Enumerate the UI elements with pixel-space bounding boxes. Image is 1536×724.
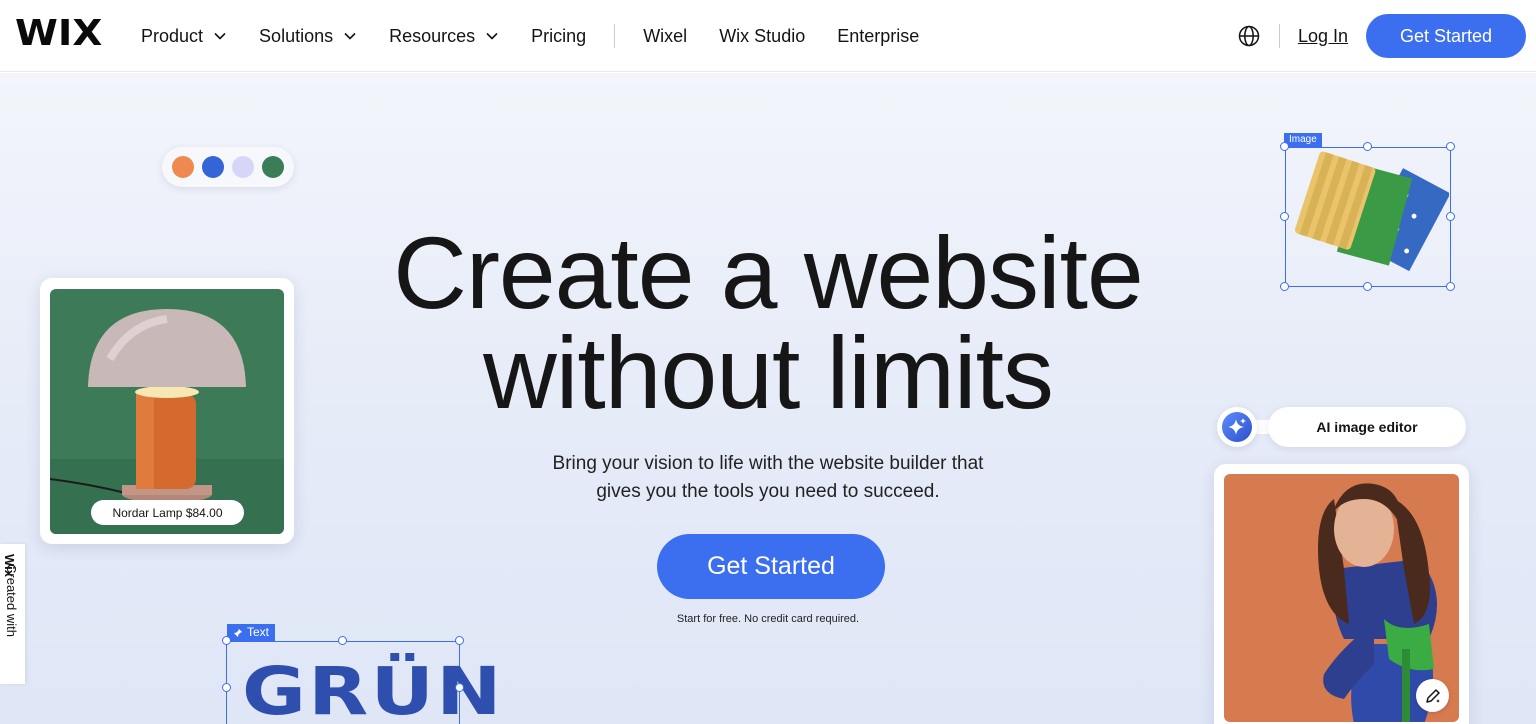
login-link[interactable]: Log In <box>1298 26 1348 47</box>
selection-handle[interactable] <box>338 636 347 645</box>
color-palette <box>162 147 294 187</box>
nav-solutions-label: Solutions <box>259 25 334 46</box>
chevron-down-icon <box>344 32 356 40</box>
image-selection-box[interactable] <box>1285 147 1451 287</box>
sparkle-icon <box>1222 412 1252 442</box>
selection-handle[interactable] <box>455 683 464 692</box>
nav-enterprise[interactable]: Enterprise <box>837 26 919 47</box>
book-image <box>1294 151 1449 272</box>
pin-icon <box>233 628 243 637</box>
edit-image-button[interactable] <box>1416 679 1449 712</box>
nav-resources-label: Resources <box>389 25 476 46</box>
globe-icon[interactable] <box>1237 24 1261 48</box>
badge-prefix: Created with <box>4 564 19 637</box>
pencil-sparkle-icon <box>1425 688 1440 703</box>
selection-handle[interactable] <box>1446 212 1455 221</box>
chevron-down-icon <box>486 32 498 40</box>
nav-solutions[interactable]: Solutions <box>259 26 357 47</box>
image-element-tag: Image <box>1284 133 1322 147</box>
header-divider <box>1278 24 1280 48</box>
nav-resources[interactable]: Resources <box>389 26 499 47</box>
swatch-green <box>262 156 284 178</box>
swatch-lavender <box>232 156 254 178</box>
main-nav: Product Solutions Resources Pricing Wixe… <box>141 0 951 72</box>
subline-line-1: Bring your vision to life with the websi… <box>552 453 984 474</box>
selection-handle[interactable] <box>222 636 231 645</box>
hero-get-started-button[interactable]: Get Started <box>657 534 885 599</box>
hero-section: Create a website without limits Bring yo… <box>0 73 1536 724</box>
selection-handle[interactable] <box>1446 282 1455 291</box>
chevron-down-icon <box>214 32 226 40</box>
selection-handle[interactable] <box>1446 142 1455 151</box>
text-tag-label: Text <box>247 625 270 639</box>
header-actions: Log In Get Started <box>1237 0 1526 72</box>
nav-divider <box>614 24 616 48</box>
nav-wixel[interactable]: Wixel <box>643 26 687 47</box>
ai-image-editor-label: AI image editor <box>1268 407 1466 447</box>
lamp-image <box>50 289 284 534</box>
selection-handle[interactable] <box>1280 142 1289 151</box>
nav-pricing[interactable]: Pricing <box>531 26 586 47</box>
lamp-price-tag: Nordar Lamp $84.00 <box>91 500 244 525</box>
selection-handle[interactable] <box>1280 282 1289 291</box>
nav-wix-studio-label: Wix Studio <box>719 25 806 46</box>
swatch-orange <box>172 156 194 178</box>
nav-product[interactable]: Product <box>141 26 227 47</box>
selection-handle[interactable] <box>1280 212 1289 221</box>
nav-enterprise-label: Enterprise <box>837 25 920 46</box>
text-element-tag: Text <box>227 624 276 641</box>
created-with-wix-badge[interactable]: Created with Wix <box>0 544 25 684</box>
nav-pricing-label: Pricing <box>531 25 587 46</box>
nav-wixel-label: Wixel <box>643 25 688 46</box>
sample-text: GRÜN <box>242 653 504 724</box>
wix-logo[interactable]: WIX <box>15 14 102 54</box>
subline-line-2: gives you the tools you need to succeed. <box>596 481 940 502</box>
nav-wix-studio[interactable]: Wix Studio <box>719 26 805 47</box>
nav-product-label: Product <box>141 25 204 46</box>
selection-handle[interactable] <box>1363 142 1372 151</box>
selection-handle[interactable] <box>1363 282 1372 291</box>
site-header: WIX Product Solutions Resources Pricing … <box>0 0 1536 72</box>
badge-text: Created with Wix <box>2 554 19 637</box>
ai-sparkle-button[interactable] <box>1217 407 1257 447</box>
swatch-blue <box>202 156 224 178</box>
header-get-started-button[interactable]: Get Started <box>1366 14 1526 58</box>
selection-handle[interactable] <box>455 636 464 645</box>
selection-handle[interactable] <box>222 683 231 692</box>
